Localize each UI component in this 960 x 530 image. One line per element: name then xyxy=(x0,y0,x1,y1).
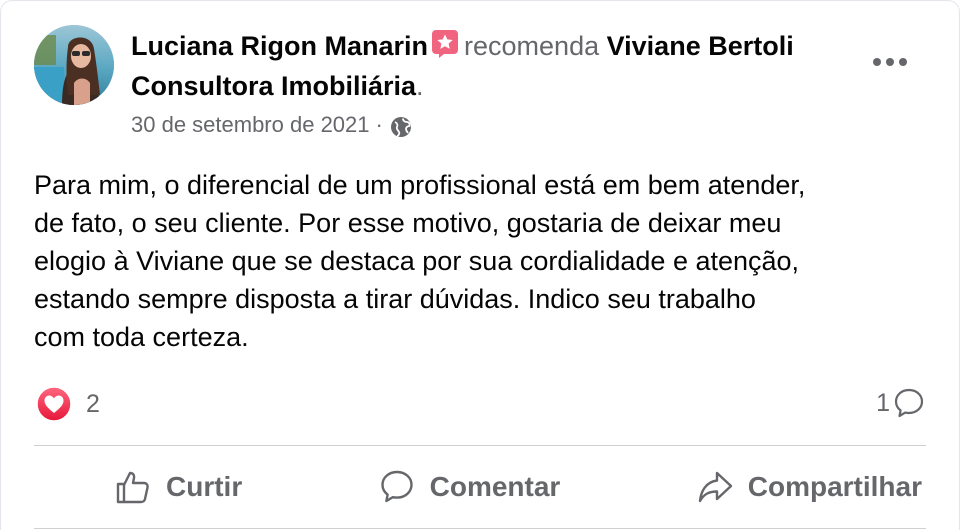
author-name[interactable]: Luciana Rigon Manarin xyxy=(131,31,428,61)
reaction-count: 2 xyxy=(86,389,100,418)
comment-icon xyxy=(380,470,413,503)
divider-bottom xyxy=(34,528,926,529)
meta-separator: · xyxy=(375,112,383,137)
comment-count-link[interactable]: 1 xyxy=(876,386,926,420)
header-period: . xyxy=(416,71,424,101)
more-options-button[interactable] xyxy=(866,44,914,80)
avatar-photo xyxy=(34,25,114,105)
post-meta: 30 de setembro de 2021 · xyxy=(131,110,413,140)
recommends-text: recomenda xyxy=(464,31,600,61)
like-label: Curtir xyxy=(166,471,243,502)
comment-button[interactable]: Comentar xyxy=(374,468,565,506)
post-header: Luciana Rigon Manarin recomenda Viviane … xyxy=(131,26,831,106)
thumbs-up-icon xyxy=(116,471,149,504)
share-label: Compartilhar xyxy=(747,471,922,502)
post-card: Luciana Rigon Manarin recomenda Viviane … xyxy=(0,0,960,530)
recommendation-badge-icon xyxy=(432,30,459,58)
post-text-line: de fato, o seu cliente. Por esse motivo,… xyxy=(34,208,782,238)
globe-icon xyxy=(390,117,411,137)
post-text-line: elogio à Viviane que se destaca por sua … xyxy=(34,246,800,276)
divider-top xyxy=(34,445,926,446)
share-arrow-icon xyxy=(698,471,732,503)
post-text-line: Para mim, o diferencial de um profission… xyxy=(34,170,806,200)
post-text-line: com toda certeza. xyxy=(34,322,249,352)
post-actions: Curtir Comentar Compartilhar xyxy=(34,452,926,522)
reactions-summary[interactable]: 2 xyxy=(36,386,100,422)
author-avatar[interactable] xyxy=(34,25,114,105)
share-button[interactable]: Compartilhar xyxy=(692,468,926,506)
more-dots-icon xyxy=(873,58,907,66)
comment-count: 1 xyxy=(876,388,890,417)
post-text-line: estando sempre disposta a tirar dúvidas.… xyxy=(34,284,756,314)
post-body: Para mim, o diferencial de um profission… xyxy=(34,166,934,356)
love-reaction-icon xyxy=(36,386,72,422)
like-button[interactable]: Curtir xyxy=(110,468,246,506)
comment-label: Comentar xyxy=(429,471,561,502)
post-date[interactable]: 30 de setembro de 2021 xyxy=(131,110,370,140)
comment-bubble-icon xyxy=(894,388,924,418)
